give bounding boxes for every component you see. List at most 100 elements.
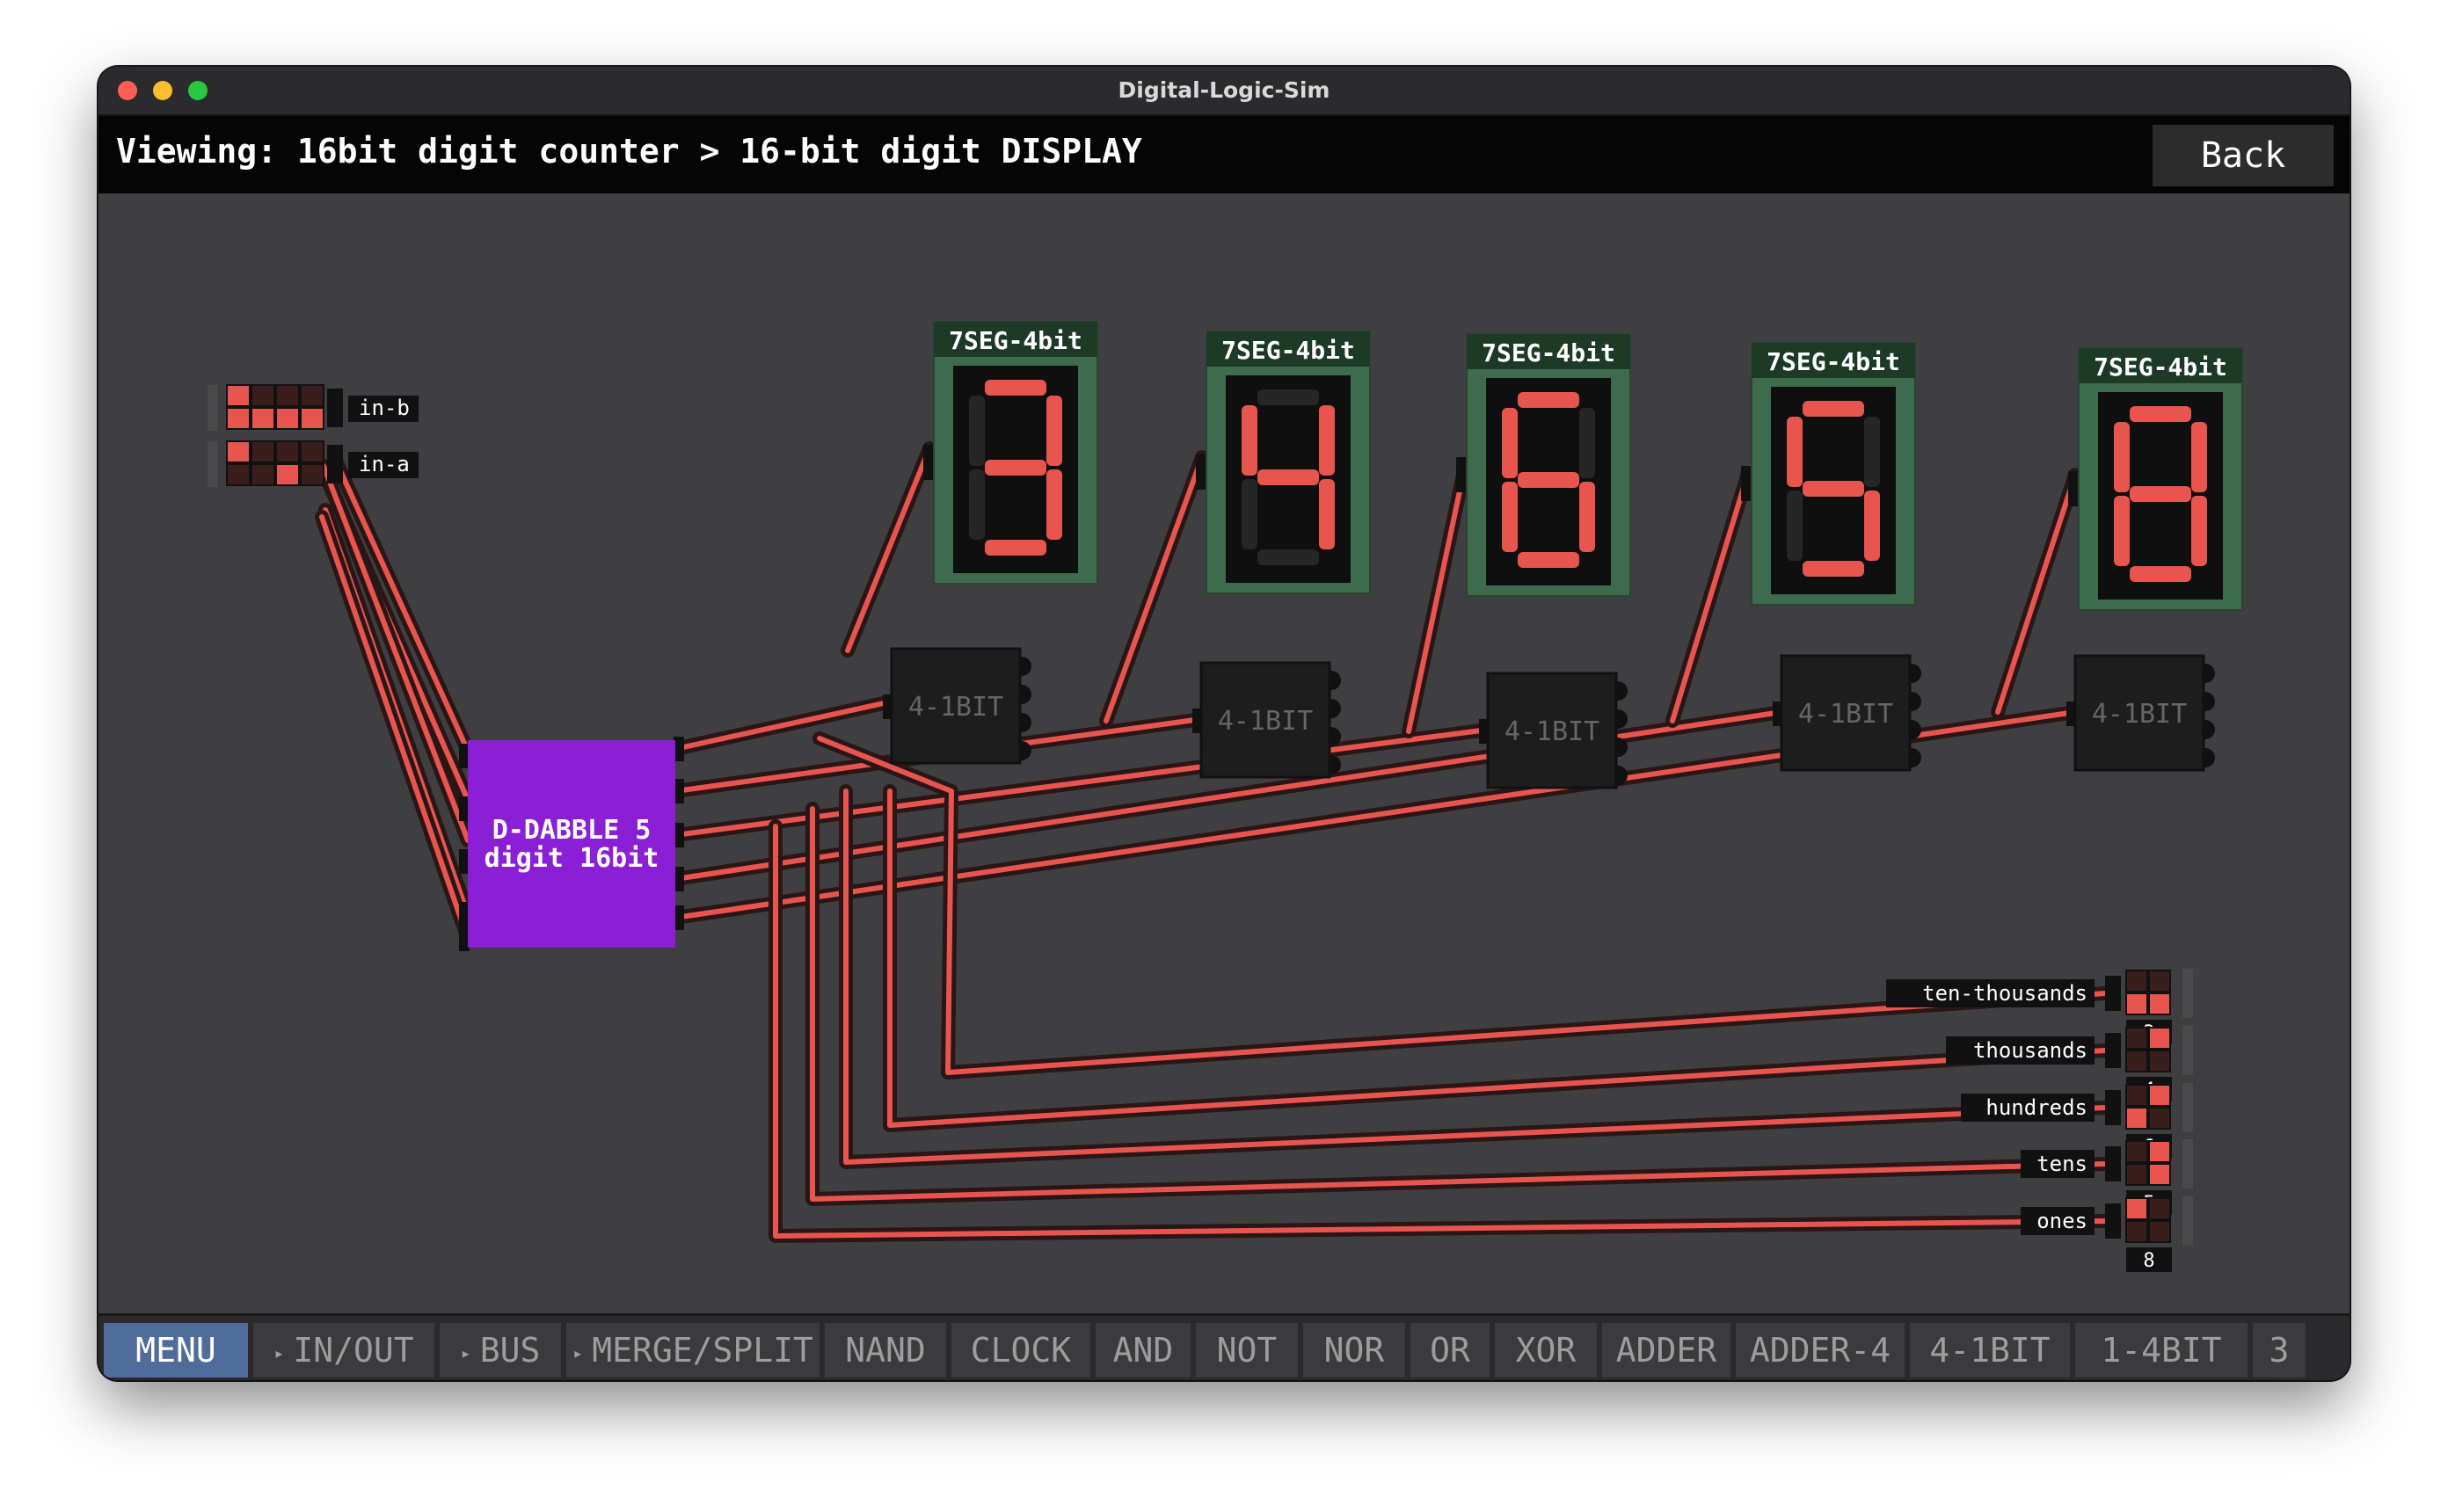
toolbar-in-out[interactable]: ▸ IN/OUT	[253, 1323, 434, 1378]
input-pin[interactable]	[327, 445, 343, 483]
toolbar-and[interactable]: AND	[1096, 1323, 1191, 1378]
circuit-diagram[interactable]: in-b in-a D-DABBLE 5digit 16bit 4-1BIT 4-1BI…	[98, 193, 2350, 1306]
input-bit-toggle[interactable]	[300, 440, 324, 463]
wire-out-thousands[interactable]	[887, 789, 2108, 1128]
wire-in-a-1[interactable]	[321, 463, 470, 843]
app-window: Digital-Logic-Sim Viewing: 16bit digit c…	[98, 67, 2350, 1380]
input-pin[interactable]	[327, 389, 343, 427]
output-label: ten-thousands	[1922, 981, 2087, 1006]
toolbar-xor[interactable]: XOR	[1495, 1323, 1597, 1378]
output-bit	[2148, 1220, 2171, 1243]
toolbar-not[interactable]: NOT	[1196, 1323, 1298, 1378]
toolbar-3[interactable]: 3	[2253, 1323, 2306, 1378]
wire-conv-disp-2[interactable]	[1104, 454, 1205, 723]
output-handle[interactable]	[2182, 1196, 2193, 1246]
dabble-label-line2: digit 16bit	[484, 843, 659, 874]
input-bit-toggle[interactable]	[275, 463, 300, 486]
input-bit-toggle[interactable]	[275, 440, 300, 463]
output-pin[interactable]	[2105, 1146, 2121, 1181]
segment-c	[1579, 482, 1595, 552]
toolbar-4-1bit[interactable]: 4-1BIT	[1910, 1323, 2070, 1378]
output-handle[interactable]	[2182, 1026, 2193, 1075]
output-bit	[2125, 1140, 2148, 1163]
display-input-pin[interactable]	[923, 445, 934, 480]
toolbar-merge-split[interactable]: ▸ MERGE/SPLIT	[566, 1323, 820, 1378]
toolbar-nor[interactable]: NOR	[1303, 1323, 1405, 1378]
toolbar-menu[interactable]: MENU	[104, 1323, 248, 1378]
output-handle[interactable]	[2182, 969, 2193, 1018]
toolbar-item-label: ADDER	[1615, 1331, 1717, 1370]
segment-a	[2130, 406, 2191, 422]
toolbar-nand[interactable]: NAND	[825, 1323, 946, 1378]
converter-label: 4-1BIT	[2092, 699, 2187, 730]
wire-conv-disp-4[interactable]	[1670, 470, 1751, 723]
converter-label: 4-1BIT	[1798, 699, 1893, 730]
input-bit-toggle[interactable]	[300, 463, 324, 486]
input-bit-toggle[interactable]	[275, 407, 300, 430]
input-bit-toggle[interactable]	[226, 463, 251, 486]
segment-d	[1257, 549, 1319, 565]
seven-seg-display[interactable]	[1456, 333, 1631, 597]
input-bit-toggle[interactable]	[300, 384, 324, 407]
output-bit	[2125, 1163, 2148, 1186]
input-bit-toggle[interactable]	[251, 384, 275, 407]
output-pin[interactable]	[2105, 1090, 2121, 1125]
input-bit-toggle[interactable]	[226, 384, 251, 407]
display-input-pin[interactable]	[1196, 454, 1206, 490]
segment-f	[969, 396, 985, 466]
toolbar-item-label: NOT	[1216, 1331, 1278, 1370]
display-input-pin[interactable]	[1456, 457, 1467, 492]
output-ones[interactable]	[2021, 1196, 2193, 1272]
seven-seg-display[interactable]	[1741, 342, 1916, 606]
output-bit	[2125, 1084, 2148, 1107]
wire-dabble-conv-1[interactable]	[673, 699, 894, 752]
circuit-canvas[interactable]: in-b in-a D-DABBLE 5 digit 16bit 4-1BIT 4-1BI…	[98, 193, 2350, 1306]
input-handle[interactable]	[208, 385, 218, 431]
toolbar-clock[interactable]: CLOCK	[951, 1323, 1090, 1378]
output-handle[interactable]	[2182, 1139, 2193, 1189]
seven-seg-display[interactable]	[1196, 331, 1371, 594]
output-bit	[2148, 970, 2171, 992]
wire-conv-disp-3[interactable]	[1406, 472, 1466, 734]
toolbar-item-label: 1-4BIT	[2101, 1331, 2222, 1370]
wire-conv-disp-5[interactable]	[1995, 472, 2078, 715]
segment-b	[1046, 396, 1062, 466]
segment-g	[1803, 481, 1864, 497]
display-input-pin[interactable]	[1741, 466, 1752, 501]
toolbar-item-label: 3	[2269, 1331, 2290, 1370]
input-bit-toggle[interactable]	[251, 463, 275, 486]
input-bit-toggle[interactable]	[226, 407, 251, 430]
input-bit-toggle[interactable]	[251, 440, 275, 463]
seven-seg-display[interactable]	[923, 321, 1098, 585]
segment-d	[2130, 566, 2191, 582]
toolbar-or[interactable]: OR	[1410, 1323, 1490, 1378]
dabble-label-line1: D-DABBLE 5	[492, 815, 652, 846]
output-bit	[2148, 1163, 2171, 1186]
segment-g	[985, 460, 1046, 476]
seven-seg-display[interactable]	[2068, 347, 2243, 611]
toolbar-bus[interactable]: ▸ BUS	[440, 1323, 561, 1378]
output-pin[interactable]	[2105, 976, 2121, 1011]
input-bit-toggle[interactable]	[251, 407, 275, 430]
back-button[interactable]: Back	[2153, 125, 2334, 186]
toolbar-adder[interactable]: ADDER	[1602, 1323, 1730, 1378]
expand-arrow-icon: ▸	[460, 1341, 471, 1363]
display-input-pin[interactable]	[2068, 471, 2079, 506]
wire-conv-disp-1[interactable]	[845, 446, 932, 653]
input-handle[interactable]	[208, 441, 218, 487]
display-title: 7SEG-4bit	[1767, 347, 1900, 376]
output-bit	[2125, 1050, 2148, 1072]
output-pin[interactable]	[2105, 1203, 2121, 1239]
output-pin[interactable]	[2105, 1033, 2121, 1068]
wire-out-hundreds[interactable]	[843, 789, 2108, 1165]
segment-b	[1319, 405, 1335, 476]
input-bit-toggle[interactable]	[226, 440, 251, 463]
toolbar-1-4bit[interactable]: 1-4BIT	[2075, 1323, 2248, 1378]
display-title: 7SEG-4bit	[1482, 338, 1615, 367]
output-handle[interactable]	[2182, 1083, 2193, 1132]
segment-c	[1864, 491, 1880, 561]
input-bit-toggle[interactable]	[300, 407, 324, 430]
toolbar-item-label: CLOCK	[970, 1331, 1072, 1370]
toolbar-adder-4[interactable]: ADDER-4	[1736, 1323, 1905, 1378]
input-bit-toggle[interactable]	[275, 384, 300, 407]
